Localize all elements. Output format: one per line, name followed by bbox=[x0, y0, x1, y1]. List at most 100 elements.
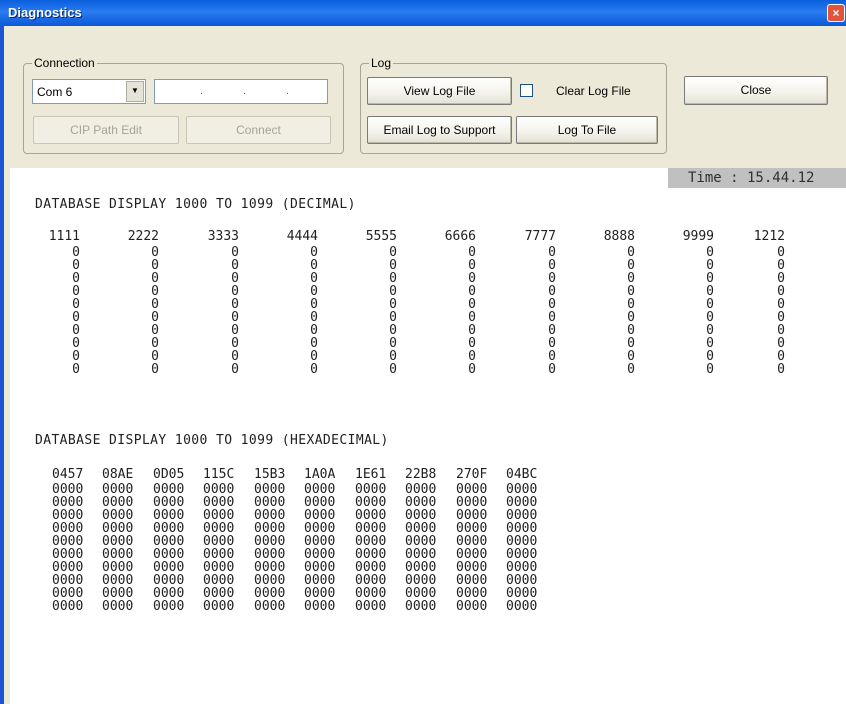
clear-log-checkbox[interactable] bbox=[520, 84, 533, 97]
window-border bbox=[0, 26, 4, 704]
table-cell: 0 bbox=[548, 362, 556, 377]
close-label: Close bbox=[740, 83, 772, 97]
table-cell: 0 bbox=[706, 336, 714, 351]
table-cell: 08AE bbox=[102, 467, 134, 482]
table-cell: 0 bbox=[468, 336, 476, 351]
table-cell: 0 bbox=[151, 310, 159, 325]
table-row: 0000000000 bbox=[36, 337, 785, 350]
table-cell: 0 bbox=[706, 297, 714, 312]
table-cell: 0 bbox=[389, 284, 397, 299]
table-cell: 0 bbox=[310, 323, 318, 338]
table-cell: 0 bbox=[777, 310, 785, 325]
table-row: 0000000000 bbox=[36, 350, 785, 363]
table-cell: 0 bbox=[151, 258, 159, 273]
table-cell: 0457 bbox=[52, 467, 84, 482]
table-cell: 0 bbox=[389, 336, 397, 351]
close-button[interactable]: Close bbox=[684, 76, 828, 105]
table-row: 0000 0000 0000 0000 0000 0000 0000 0000 0000 0000 bbox=[52, 600, 556, 613]
table-cell: 0000 bbox=[52, 599, 84, 614]
table-cell: 0000 bbox=[355, 599, 387, 614]
diagnostics-window: Diagnostics × Connection Com 6 ▼ . . . C… bbox=[0, 0, 846, 704]
table-cell: 0 bbox=[231, 245, 239, 260]
table-row: 0000000000 bbox=[36, 363, 785, 376]
table-cell: 0 bbox=[468, 349, 476, 364]
email-log-to-support-button[interactable]: Email Log to Support bbox=[367, 116, 512, 144]
close-window-icon[interactable]: × bbox=[827, 4, 845, 22]
table-cell: 0 bbox=[548, 245, 556, 260]
table-cell: 0 bbox=[777, 258, 785, 273]
com-port-value: Com 6 bbox=[37, 85, 73, 99]
connection-group-label: Connection bbox=[32, 56, 97, 70]
table-cell: 0 bbox=[468, 310, 476, 325]
table-cell: 0 bbox=[389, 310, 397, 325]
table-cell: 0 bbox=[706, 310, 714, 325]
table-cell: 0 bbox=[231, 297, 239, 312]
table-cell: 1111 bbox=[48, 229, 80, 244]
table-cell: 0 bbox=[627, 323, 635, 338]
cip-path-edit-button[interactable]: CIP Path Edit bbox=[33, 116, 179, 144]
table-cell: 0 bbox=[310, 336, 318, 351]
table-row: 0457 08AE 0D05 115C 15B3 1A0A 1E61 22B8 270F 04BC bbox=[52, 468, 556, 483]
table-cell: 0 bbox=[231, 349, 239, 364]
table-cell: 0 bbox=[468, 297, 476, 312]
table-row: 0000000000 bbox=[36, 246, 785, 259]
table-row: 0000000000 bbox=[36, 298, 785, 311]
decimal-table: 1111 2222 3333 4444 5555 6666 7777 8888 9999 1212… bbox=[36, 230, 785, 376]
table-cell: 0 bbox=[310, 245, 318, 260]
table-row: 0000000000 bbox=[36, 324, 785, 337]
table-cell: 0 bbox=[231, 323, 239, 338]
table-cell: 0 bbox=[706, 258, 714, 273]
table-cell: 0 bbox=[777, 349, 785, 364]
table-cell: 0000 bbox=[304, 599, 336, 614]
table-cell: 0 bbox=[389, 258, 397, 273]
table-cell: 0 bbox=[468, 271, 476, 286]
table-cell: 0 bbox=[548, 284, 556, 299]
view-log-file-label: View Log File bbox=[403, 84, 476, 98]
table-cell: 0 bbox=[310, 362, 318, 377]
table-cell: 0000 bbox=[254, 599, 286, 614]
table-cell: 0 bbox=[627, 245, 635, 260]
table-cell: 0 bbox=[777, 284, 785, 299]
table-cell: 0 bbox=[151, 323, 159, 338]
table-cell: 0 bbox=[310, 310, 318, 325]
table-cell: 15B3 bbox=[254, 467, 286, 482]
table-cell: 0 bbox=[310, 271, 318, 286]
table-cell: 0 bbox=[389, 271, 397, 286]
table-cell: 0000 bbox=[203, 599, 235, 614]
table-cell: 7777 bbox=[524, 229, 556, 244]
title-bar[interactable]: Diagnostics × bbox=[0, 0, 846, 26]
table-cell: 0 bbox=[389, 323, 397, 338]
com-port-select[interactable]: Com 6 ▼ bbox=[32, 79, 146, 104]
table-cell: 0 bbox=[706, 271, 714, 286]
table-cell: 0 bbox=[548, 297, 556, 312]
table-cell: 6666 bbox=[444, 229, 476, 244]
table-cell: 0 bbox=[389, 297, 397, 312]
table-cell: 0 bbox=[548, 349, 556, 364]
table-cell: 0 bbox=[777, 271, 785, 286]
table-cell: 0 bbox=[231, 258, 239, 273]
table-cell: 5555 bbox=[365, 229, 397, 244]
table-cell: 0 bbox=[231, 362, 239, 377]
decimal-heading: DATABASE DISPLAY 1000 TO 1099 (DECIMAL) bbox=[35, 197, 356, 212]
table-cell: 0 bbox=[627, 284, 635, 299]
connect-button[interactable]: Connect bbox=[186, 116, 331, 144]
table-cell: 0 bbox=[627, 362, 635, 377]
log-group-label: Log bbox=[369, 56, 394, 70]
ip-dot: . bbox=[200, 85, 204, 97]
table-cell: 0000 bbox=[102, 599, 134, 614]
ip-address-field[interactable]: . . . bbox=[154, 79, 328, 104]
connect-label: Connect bbox=[236, 123, 281, 137]
table-cell: 0 bbox=[310, 284, 318, 299]
table-cell: 0 bbox=[706, 323, 714, 338]
table-cell: 0 bbox=[548, 271, 556, 286]
table-cell: 0 bbox=[706, 245, 714, 260]
log-to-file-button[interactable]: Log To File bbox=[516, 116, 658, 144]
table-row: 0000000000 bbox=[36, 259, 785, 272]
view-log-file-button[interactable]: View Log File bbox=[367, 77, 512, 105]
table-cell: 22B8 bbox=[405, 467, 437, 482]
table-row: 0000000000 bbox=[36, 272, 785, 285]
table-cell: 0 bbox=[627, 349, 635, 364]
table-cell: 0 bbox=[627, 271, 635, 286]
chevron-down-icon[interactable]: ▼ bbox=[126, 81, 144, 102]
table-cell: 0 bbox=[706, 284, 714, 299]
